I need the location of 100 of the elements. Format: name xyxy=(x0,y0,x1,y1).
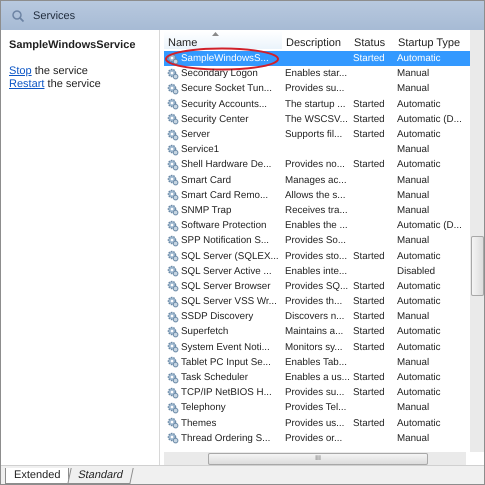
description-cell-text: The startup ... xyxy=(284,98,346,111)
description-cell-text: Provides su... xyxy=(284,82,346,96)
status-cell-text: Started xyxy=(352,310,386,324)
service-row[interactable]: Superfetch Maintains a... Started Automatic xyxy=(164,324,470,340)
action-link[interactable]: Stop xyxy=(9,65,32,77)
gear-icon xyxy=(167,68,179,80)
gear-icon xyxy=(167,250,179,262)
name-cell: Shell Hardware De... xyxy=(181,158,272,172)
description-cell-text: Enables inte... xyxy=(284,264,348,278)
service-row[interactable]: Secure Socket Tun... Provides su... Manual xyxy=(164,81,470,97)
service-row[interactable]: Service1 Manual xyxy=(164,142,470,158)
search-icon xyxy=(11,8,25,22)
name-cell: TCP/IP NetBIOS H... xyxy=(181,386,272,400)
gear-icon xyxy=(167,204,179,216)
startup-type-cell-text: Disabled xyxy=(396,264,436,278)
startup-type-cell-text: Automatic xyxy=(396,52,442,66)
service-row[interactable]: System Event Noti... Monitors sy... Started Automatic xyxy=(164,340,470,355)
name-cell: SSDP Discovery xyxy=(181,310,254,324)
service-row[interactable]: Security Accounts... The startup ... Started Automatic xyxy=(164,96,470,112)
startup-type-cell-text: Automatic xyxy=(396,128,442,142)
service-row[interactable]: SSDP Discovery Discovers n... Started Manual xyxy=(164,309,470,324)
column-header[interactable]: Description xyxy=(282,30,350,49)
service-row[interactable]: SQL Server (SQLEX... Provides sto... Started Automatic xyxy=(164,248,470,264)
status-cell-text: Started xyxy=(352,371,386,384)
gear-icon xyxy=(167,280,179,292)
service-row[interactable]: SQL Server VSS Wr... Provides th... Started Automatic xyxy=(164,294,470,310)
description-cell-text: Maintains a... xyxy=(284,325,344,338)
name-cell: Smart Card xyxy=(181,174,232,187)
gear-icon xyxy=(167,52,179,65)
view-tab[interactable]: Standard xyxy=(68,468,134,484)
description-cell-text: Enables star... xyxy=(284,67,348,80)
name-cell: Tablet PC Input Se... xyxy=(181,356,271,369)
name-cell: Secondary Logon xyxy=(181,67,258,80)
status-cell-text: Started xyxy=(352,386,386,400)
status-cell-text: Started xyxy=(352,98,386,111)
column-header[interactable]: Startup Type xyxy=(394,30,466,49)
service-row[interactable]: SPP Notification S... Provides So... Manual xyxy=(164,233,470,248)
startup-type-cell-text: Automatic (D... xyxy=(396,112,463,126)
column-header[interactable]: Name xyxy=(164,30,282,49)
column-header[interactable]: Status xyxy=(350,30,394,49)
name-cell: Superfetch xyxy=(181,325,228,338)
gear-icon xyxy=(167,341,179,354)
gear-icon xyxy=(167,128,179,141)
vertical-scrollbar[interactable] xyxy=(470,30,484,452)
status-cell-text: Started xyxy=(352,52,386,66)
startup-type-cell-text: Automatic xyxy=(396,280,442,293)
description-cell-text: Provides SQ... xyxy=(284,280,350,293)
service-row[interactable]: Thread Ordering S... Provides or... Manual xyxy=(164,430,470,446)
service-row[interactable]: SNMP Trap Receives tra... Manual xyxy=(164,202,470,218)
name-cell: Service1 xyxy=(181,143,220,156)
service-row[interactable]: Tablet PC Input Se... Enables Tab... Manual xyxy=(164,354,470,370)
name-cell: Security Center xyxy=(181,112,249,126)
status-cell-text: Started xyxy=(352,295,386,308)
status-cell-text: Started xyxy=(352,128,386,142)
gear-icon xyxy=(167,356,179,368)
gear-icon xyxy=(167,234,179,247)
action-link[interactable]: Restart xyxy=(9,78,44,90)
service-row[interactable]: Shell Hardware De... Provides no... Started Automatic xyxy=(164,157,470,172)
gear-icon xyxy=(167,174,179,186)
service-row[interactable]: Smart Card Manages ac... Manual xyxy=(164,172,470,188)
description-cell-text: Discovers n... xyxy=(284,310,346,324)
startup-type-cell-text: Automatic xyxy=(396,371,442,384)
service-row[interactable]: Themes Provides us... Started Automatic xyxy=(164,416,470,431)
description-cell-text: Enables the ... xyxy=(284,219,349,232)
description-cell-text: Provides or... xyxy=(284,432,344,445)
view-tab[interactable]: Extended xyxy=(5,468,70,484)
name-cell: SQL Server Active ... xyxy=(181,264,272,278)
service-row[interactable]: Smart Card Remo... Allows the s... Manual xyxy=(164,188,470,203)
service-row[interactable]: Secondary Logon Enables star... Manual xyxy=(164,66,470,82)
startup-type-cell-text: Automatic xyxy=(396,416,442,430)
startup-type-cell-text: Manual xyxy=(396,67,430,80)
gear-icon xyxy=(167,220,179,232)
service-row[interactable]: Server Supports fil... Started Automatic xyxy=(164,126,470,142)
startup-type-cell-text: Automatic xyxy=(396,98,442,111)
service-name: SampleWindowsService xyxy=(9,39,136,51)
action-text: Restart the service xyxy=(9,78,102,91)
gear-icon xyxy=(167,432,179,444)
service-row[interactable]: Security Center The WSCSV... Started Automatic (D... xyxy=(164,112,470,127)
description-cell-text: Enables Tab... xyxy=(284,356,348,369)
service-row[interactable]: Task Scheduler Enables a us... Started Automatic xyxy=(164,370,470,386)
status-cell-text: Started xyxy=(352,280,386,293)
name-cell: Software Protection xyxy=(181,219,266,232)
gear-icon xyxy=(167,158,179,171)
description-cell-text: Provides sto... xyxy=(284,250,348,263)
service-row[interactable]: SQL Server Browser Provides SQ... Started Automatic xyxy=(164,278,470,294)
gear-icon xyxy=(167,402,179,414)
description-cell-text: Allows the s... xyxy=(284,188,346,202)
service-row[interactable]: Software Protection Enables the ... Automatic (D... xyxy=(164,218,470,234)
gear-icon xyxy=(167,113,179,126)
name-cell: Thread Ordering S... xyxy=(181,432,270,445)
name-cell: Smart Card Remo... xyxy=(181,188,268,202)
name-cell: SQL Server (SQLEX... xyxy=(181,250,279,263)
service-row[interactable]: Telephony Provides Tel... Manual xyxy=(164,400,470,416)
service-row[interactable]: SQL Server Active ... Enables inte... Disabled xyxy=(164,264,470,279)
startup-type-cell-text: Manual xyxy=(396,234,430,248)
gear-icon xyxy=(167,326,179,338)
startup-type-cell-text: Automatic xyxy=(396,158,442,172)
name-cell: SPP Notification S... xyxy=(181,234,270,248)
status-cell-text: Started xyxy=(352,416,386,430)
service-row[interactable]: TCP/IP NetBIOS H... Provides su... Started Automatic xyxy=(164,385,470,400)
